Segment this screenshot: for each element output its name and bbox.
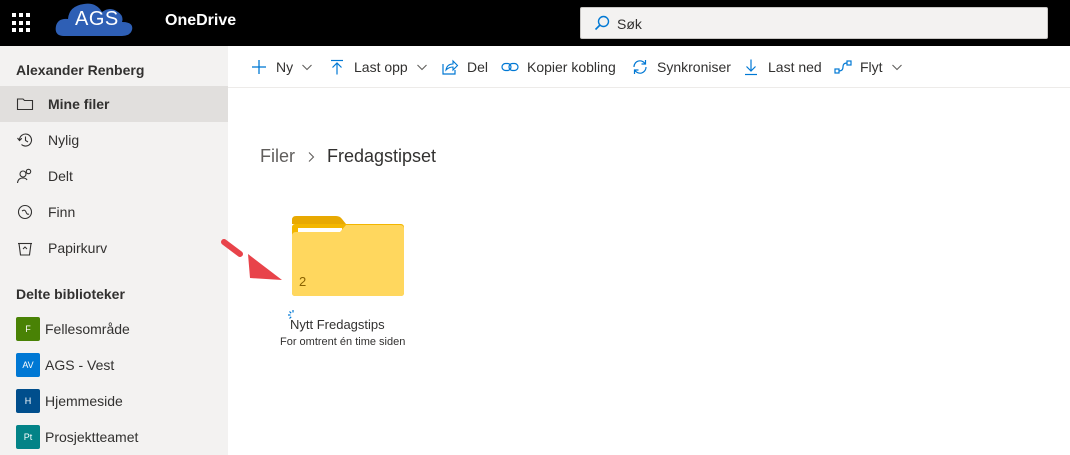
new-button-label: Ny [276,59,294,75]
share-button[interactable]: Del [441,57,488,77]
copy-link-button[interactable]: Kopier kobling [501,57,616,77]
user-name: Alexander Renberg [16,62,145,78]
flow-button[interactable]: Flyt [834,57,903,77]
folder-item-count: 2 [299,274,307,289]
logo-text: AGS [75,8,119,30]
folder-modified: For omtrent én time siden [280,336,406,348]
sidebar-item-mine-filer[interactable]: Mine filer [0,86,228,122]
breadcrumb: Filer Fredagstipset [260,146,436,167]
sidebar-item-label: Mine filer [48,96,110,112]
search-icon [594,15,610,31]
link-icon [501,62,519,72]
chevron-down-icon [416,64,427,71]
folder-icon[interactable] [292,216,404,296]
folder-icon [16,98,34,111]
download-button[interactable]: Last ned [742,57,822,77]
library-item-fellesomrade[interactable]: F Fellesområde [0,310,228,346]
chevron-down-icon [302,64,313,71]
flow-button-label: Flyt [860,59,883,75]
sidebar-item-nylig[interactable]: Nylig [0,122,228,158]
sidebar: Alexander Renberg Mine filer Nylig Delt … [0,46,228,455]
new-button[interactable]: Ny [250,57,313,77]
upload-button[interactable]: Last opp [328,57,428,77]
sidebar-item-label: Papirkurv [48,240,108,256]
library-badge: AV [16,353,40,377]
folder-name[interactable]: Nytt Fredagstips [290,317,385,332]
copy-link-button-label: Kopier kobling [527,59,616,75]
sidebar-item-label: Nylig [48,132,80,148]
library-badge: F [16,317,40,341]
share-icon [442,59,459,75]
chevron-down-icon [891,64,902,71]
sync-button[interactable]: Synkroniser [631,57,731,77]
chevron-right-icon [308,151,315,162]
library-label: Fellesområde [45,321,130,337]
recycle-bin-icon [18,242,32,256]
upload-button-label: Last opp [354,59,408,75]
search-box[interactable]: Søk [580,7,1048,39]
app-launcher-icon[interactable] [12,13,32,33]
library-badge: Pt [16,425,40,449]
breadcrumb-root[interactable]: Filer [260,146,295,167]
sync-button-label: Synkroniser [657,59,731,75]
red-arrow-icon [221,239,282,280]
download-button-label: Last ned [768,59,822,75]
sidebar-item-finn[interactable]: Finn [0,194,228,230]
people-icon [16,168,32,184]
shared-libraries-heading: Delte biblioteker [16,286,125,302]
library-item-ags-vest[interactable]: AV AGS - Vest [0,346,228,382]
library-item-hjemmeside[interactable]: H Hjemmeside [0,382,228,418]
plus-icon [252,60,266,74]
sidebar-item-papirkurv[interactable]: Papirkurv [0,230,228,266]
flow-icon [834,60,852,74]
sidebar-item-delt[interactable]: Delt [0,158,228,194]
library-badge: H [16,389,40,413]
top-bar: AGS OneDrive Søk [0,0,1070,46]
history-icon [17,133,33,147]
upload-icon [331,59,343,75]
download-icon [745,59,757,76]
discover-icon [17,204,33,220]
sidebar-item-label: Delt [48,168,73,184]
sidebar-item-label: Finn [48,204,76,220]
library-label: Prosjektteamet [45,429,139,445]
library-label: AGS - Vest [45,357,115,373]
search-placeholder: Søk [617,16,642,32]
library-item-prosjektteamet[interactable]: Pt Prosjektteamet [0,418,228,454]
app-name[interactable]: OneDrive [165,12,236,30]
breadcrumb-current: Fredagstipset [327,146,437,166]
share-button-label: Del [467,59,489,75]
library-label: Hjemmeside [45,393,123,409]
command-bar: Ny Last opp Del Kopier kobling Synkronis… [228,46,1070,88]
sync-icon [633,60,647,74]
